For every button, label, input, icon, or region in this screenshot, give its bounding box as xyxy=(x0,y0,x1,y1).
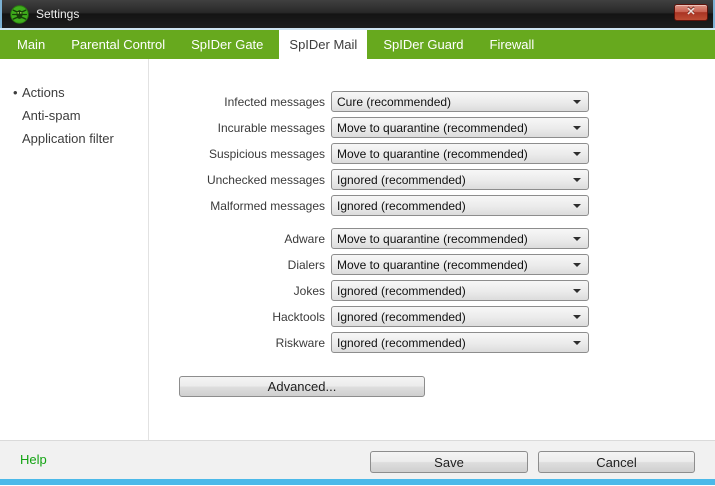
tab-spider-guard[interactable]: SpIDer Guard xyxy=(373,30,473,59)
chevron-down-icon xyxy=(573,262,581,267)
action-row: Unchecked messages Ignored (recommended) xyxy=(179,169,589,190)
combobox-value: Move to quarantine (recommended) xyxy=(337,146,528,161)
combobox-malformed-messages[interactable]: Ignored (recommended) xyxy=(331,195,589,216)
advanced-button[interactable]: Advanced... xyxy=(179,376,425,397)
tab-spider-mail[interactable]: SpIDer Mail xyxy=(279,30,368,59)
sidebar-item-actions[interactable]: • Actions xyxy=(0,81,148,104)
combobox-adware[interactable]: Move to quarantine (recommended) xyxy=(331,228,589,249)
tab-parental-control[interactable]: Parental Control xyxy=(61,30,175,59)
action-row: Suspicious messages Move to quarantine (r… xyxy=(179,143,589,164)
chevron-down-icon xyxy=(573,99,581,104)
combobox-value: Ignored (recommended) xyxy=(337,309,466,324)
action-row: Infected messages Cure (recommended) xyxy=(179,91,589,112)
window-title: Settings xyxy=(36,7,80,21)
sidebar-item-label: Application filter xyxy=(22,131,114,146)
action-row: Adware Move to quarantine (recommended) xyxy=(179,228,589,249)
drweb-spider-icon xyxy=(10,4,29,24)
combobox-value: Ignored (recommended) xyxy=(337,172,466,187)
combobox-value: Move to quarantine (recommended) xyxy=(337,257,528,272)
tab-main[interactable]: Main xyxy=(7,30,55,59)
combobox-hacktools[interactable]: Ignored (recommended) xyxy=(331,306,589,327)
combobox-riskware[interactable]: Ignored (recommended) xyxy=(331,332,589,353)
tab-spider-gate[interactable]: SpIDer Gate xyxy=(181,30,273,59)
action-groups: Infected messages Cure (recommended) Incur… xyxy=(179,91,589,353)
cancel-button[interactable]: Cancel xyxy=(538,451,695,473)
action-label: Riskware xyxy=(275,335,325,350)
sidebar-item-label: Anti-spam xyxy=(22,108,81,123)
action-label: Malformed messages xyxy=(210,198,325,213)
combobox-infected-messages[interactable]: Cure (recommended) xyxy=(331,91,589,112)
action-label: Unchecked messages xyxy=(206,172,325,187)
tab-firewall[interactable]: Firewall xyxy=(480,30,545,59)
titlebar[interactable]: Settings ✕ xyxy=(0,0,715,28)
action-row: Jokes Ignored (recommended) xyxy=(179,280,589,301)
help-link[interactable]: Help xyxy=(20,452,47,467)
chevron-down-icon xyxy=(573,177,581,182)
actions-panel: Infected messages Cure (recommended) Incur… xyxy=(149,59,589,440)
sidebar: • Actions Anti-spam Application filter xyxy=(0,59,149,440)
selected-bullet: • xyxy=(13,85,18,100)
bottom-accent-strip xyxy=(0,479,715,485)
close-icon: ✕ xyxy=(686,6,696,18)
action-label: Hacktools xyxy=(272,309,325,324)
chevron-down-icon xyxy=(573,288,581,293)
action-label: Suspicious messages xyxy=(208,146,325,161)
settings-window: Settings ✕ Main Parental Control SpIDer Ga… xyxy=(0,0,715,486)
action-row: Incurable messages Move to quarantine (re… xyxy=(179,117,589,138)
action-row: Hacktools Ignored (recommended) xyxy=(179,306,589,327)
chevron-down-icon xyxy=(573,236,581,241)
content-area: • Actions Anti-spam Application filter Infe… xyxy=(0,59,715,440)
footer: Help Save Cancel xyxy=(0,440,715,479)
combobox-value: Cure (recommended) xyxy=(337,94,452,109)
chevron-down-icon xyxy=(573,151,581,156)
sidebar-item-anti-spam[interactable]: Anti-spam xyxy=(0,104,148,127)
combobox-value: Move to quarantine (recommended) xyxy=(337,231,528,246)
action-label: Jokes xyxy=(293,283,325,298)
sidebar-item-application-filter[interactable]: Application filter xyxy=(0,127,148,150)
combobox-value: Move to quarantine (recommended) xyxy=(337,120,528,135)
chevron-down-icon xyxy=(573,203,581,208)
action-row: Dialers Move to quarantine (recommended) xyxy=(179,254,589,275)
combobox-jokes[interactable]: Ignored (recommended) xyxy=(331,280,589,301)
combobox-value: Ignored (recommended) xyxy=(337,198,466,213)
action-label: Incurable messages xyxy=(217,120,325,135)
combobox-value: Ignored (recommended) xyxy=(337,283,466,298)
action-row: Riskware Ignored (recommended) xyxy=(179,332,589,353)
action-row: Malformed messages Ignored (recommended) xyxy=(179,195,589,216)
combobox-suspicious-messages[interactable]: Move to quarantine (recommended) xyxy=(331,143,589,164)
save-button[interactable]: Save xyxy=(370,451,528,473)
combobox-incurable-messages[interactable]: Move to quarantine (recommended) xyxy=(331,117,589,138)
sidebar-item-label: Actions xyxy=(22,85,65,100)
action-label: Adware xyxy=(284,231,325,246)
settings-tabbar: Main Parental Control SpIDer Gate SpIDer Ma… xyxy=(0,30,715,59)
combobox-unchecked-messages[interactable]: Ignored (recommended) xyxy=(331,169,589,190)
action-label: Infected messages xyxy=(224,94,325,109)
combobox-dialers[interactable]: Move to quarantine (recommended) xyxy=(331,254,589,275)
chevron-down-icon xyxy=(573,125,581,130)
actions-group-1: Infected messages Cure (recommended) Incur… xyxy=(179,91,589,216)
actions-group-2: Adware Move to quarantine (recommended) Di… xyxy=(179,228,589,353)
chevron-down-icon xyxy=(573,314,581,319)
action-label: Dialers xyxy=(287,257,325,272)
chevron-down-icon xyxy=(573,340,581,345)
close-button[interactable]: ✕ xyxy=(674,4,708,21)
combobox-value: Ignored (recommended) xyxy=(337,335,466,350)
